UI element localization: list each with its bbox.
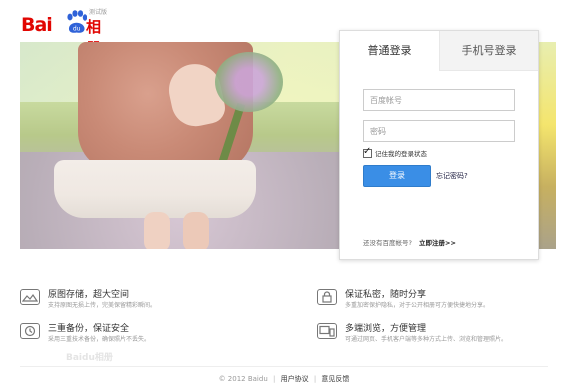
username-input[interactable] — [363, 89, 515, 111]
feature-title: 保证私密，随时分享 — [345, 290, 427, 300]
watermark: Baidu相册 — [66, 353, 113, 363]
devices-icon — [317, 323, 337, 339]
baidu-logo[interactable]: Bai du 测试版 相册 — [21, 8, 111, 57]
logo-bai-text: Bai — [21, 14, 53, 36]
login-panel: 普通登录 手机号登录 ✓ 记住我的登录状态 登录 忘记密码? 还没有百度帐号? … — [339, 30, 539, 260]
feature-title: 原图存储，超大空间 — [48, 290, 130, 300]
feature-title: 三重备份，保证安全 — [48, 324, 130, 334]
login-button[interactable]: 登录 — [363, 165, 431, 187]
paw-icon: du — [67, 10, 87, 33]
hero-bouquet — [215, 52, 283, 112]
register-link[interactable]: 立即注册>> — [419, 239, 456, 247]
footer-separator: | — [313, 375, 317, 383]
tab-normal-login[interactable]: 普通登录 — [340, 31, 439, 71]
footer: © 2012 Baidu | 用户协议 | 意见反馈 — [0, 374, 568, 384]
feature-desc: 可通过网页、手机客户端等多种方式上传、浏览和管理照片。 — [345, 336, 508, 343]
feature-backup: 三重备份，保证安全 采用三重技术备份，确保照片不丢失。 — [20, 321, 280, 345]
beta-label: 测试版 — [89, 9, 108, 16]
hero-leg-left — [144, 212, 170, 249]
password-input[interactable] — [363, 120, 515, 142]
forgot-password-link[interactable]: 忘记密码? — [436, 171, 468, 181]
feature-desc: 支持原图无损上传，完美保留精彩瞬间。 — [48, 302, 157, 309]
feature-desc: 采用三重技术备份，确保照片不丢失。 — [48, 336, 151, 343]
remember-me[interactable]: ✓ 记住我的登录状态 — [363, 145, 427, 159]
footer-separator: | — [273, 375, 276, 383]
login-tabs: 普通登录 手机号登录 — [340, 31, 538, 71]
feature-original-storage: 原图存储，超大空间 支持原图无损上传，完美保留精彩瞬间。 — [20, 287, 280, 311]
feature-desc: 多重加密保护隐私，对于公开相册可方便快捷地分享。 — [345, 302, 490, 309]
hero-skirt — [54, 160, 256, 218]
tab-phone-login[interactable]: 手机号登录 — [439, 31, 538, 71]
backup-icon — [20, 323, 40, 339]
register-prompt: 还没有百度帐号? — [363, 239, 412, 247]
remember-label: 记住我的登录状态 — [375, 150, 427, 158]
hero-leg-right — [183, 212, 209, 249]
user-agreement-link[interactable]: 用户协议 — [281, 375, 309, 383]
feature-title: 多端浏览，方便管理 — [345, 324, 427, 334]
logo-du-text: du — [73, 26, 81, 33]
remember-checkbox[interactable]: ✓ — [363, 145, 372, 158]
checkmark-icon: ✓ — [363, 145, 372, 157]
register-row: 还没有百度帐号? 立即注册>> — [363, 237, 456, 247]
footer-divider — [20, 366, 548, 367]
lock-icon — [317, 289, 337, 305]
feature-multi-device: 多端浏览，方便管理 可通过网页、手机客户端等多种方式上传、浏览和管理照片。 — [317, 321, 547, 345]
copyright-text: © 2012 Baidu — [218, 375, 268, 383]
photo-frame-icon — [20, 289, 40, 305]
feedback-link[interactable]: 意见反馈 — [321, 375, 349, 383]
feature-privacy: 保证私密，随时分享 多重加密保护隐私，对于公开相册可方便快捷地分享。 — [317, 287, 547, 311]
